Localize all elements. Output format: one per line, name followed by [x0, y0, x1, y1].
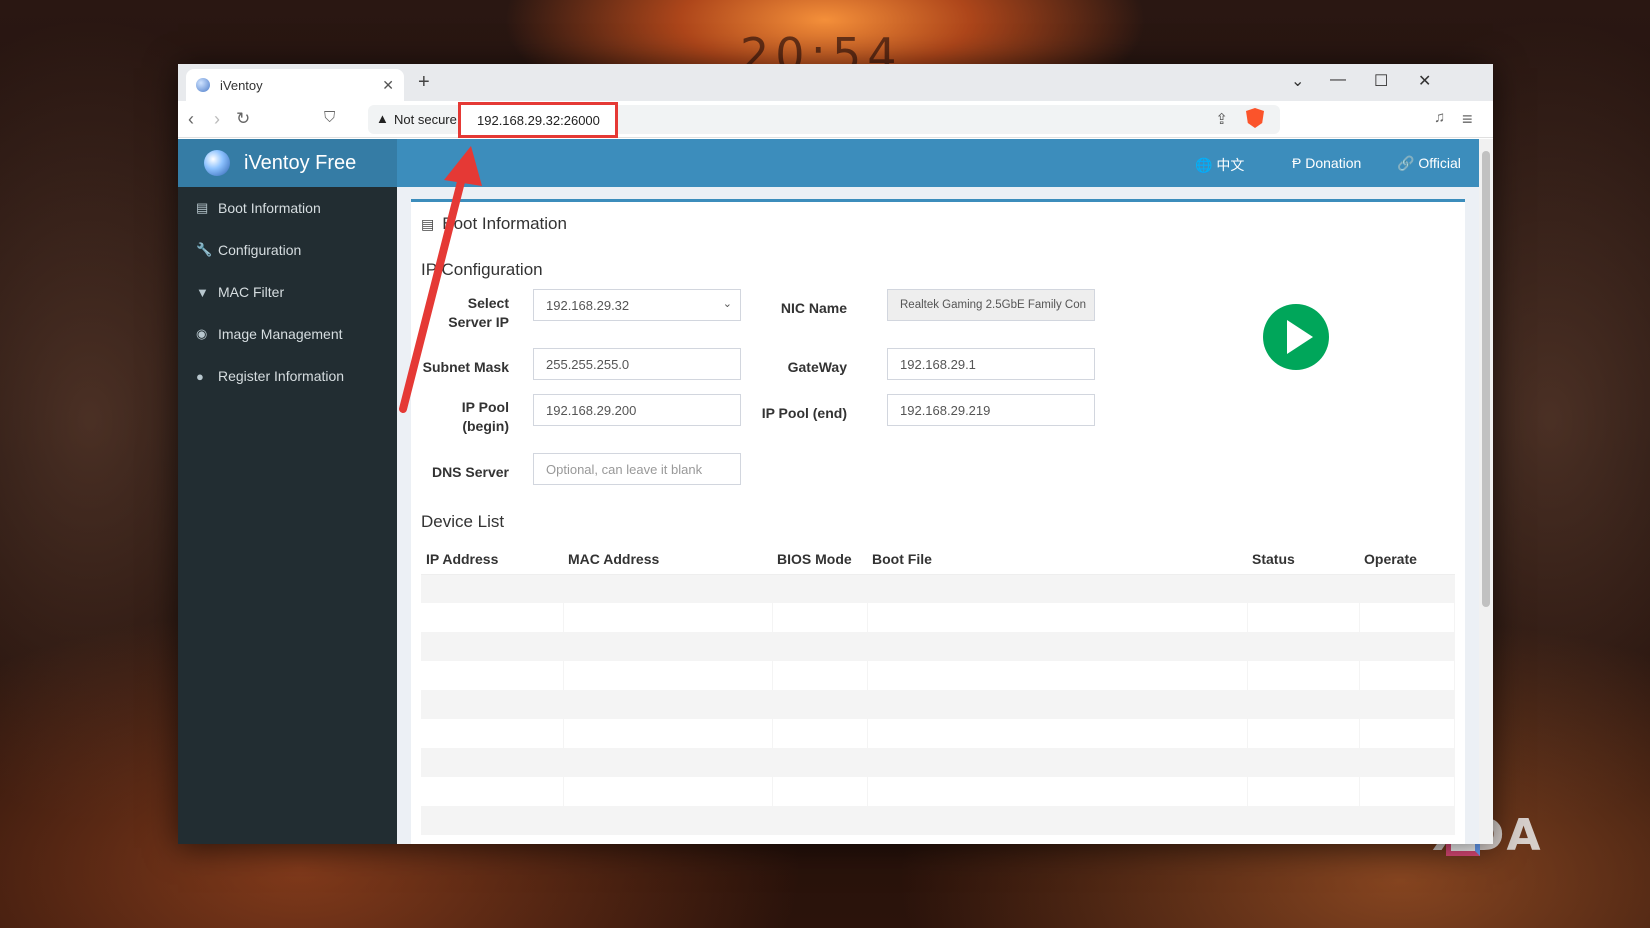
dns-server-field[interactable]: Optional, can leave it blank [533, 453, 741, 485]
table-row [421, 806, 1455, 835]
brand-title: iVentoy Free [244, 151, 357, 174]
sidebar-item-label: Register Information [218, 368, 345, 384]
top-navbar: 🌐 中文 Ᵽ Donation 🔗 Official [397, 139, 1479, 187]
wrench-icon: 🔧 [196, 242, 213, 257]
donation-link[interactable]: Ᵽ Donation [1292, 155, 1361, 171]
iventoy-logo-icon [204, 150, 230, 176]
paypal-icon: Ᵽ [1292, 155, 1302, 171]
media-icon[interactable]: ♫ [1434, 109, 1445, 126]
table-row [421, 777, 1455, 806]
tab-title: iVentoy [220, 77, 263, 93]
select-server-ip-label: Select Server IP [448, 295, 509, 330]
table-row [421, 719, 1455, 748]
sidebar: iVentoy Free ▤ Boot Information 🔧 Config… [178, 139, 397, 844]
language-label: 中文 [1216, 157, 1245, 173]
gateway-label: GateWay [787, 359, 847, 375]
language-link[interactable]: 🌐 中文 [1195, 155, 1244, 175]
server-icon: ▤ [421, 216, 435, 232]
share-icon[interactable]: ⇪ [1215, 110, 1228, 128]
sidebar-item-label: Boot Information [218, 200, 321, 216]
table-row [421, 632, 1455, 661]
table-row [421, 690, 1455, 719]
user-icon: ● [196, 368, 204, 384]
sidebar-item-configuration[interactable]: 🔧 Configuration [178, 229, 397, 271]
close-tab-icon[interactable]: ✕ [382, 77, 394, 94]
table-header-row: IP Address MAC Address BIOS Mode Boot Fi… [421, 544, 1455, 575]
new-tab-button[interactable]: + [418, 71, 430, 94]
tab-strip: iVentoy ✕ + ⌄ — ☐ ✕ [178, 64, 1493, 101]
language-icon: 🌐 [1195, 157, 1213, 173]
close-window-button[interactable]: ✕ [1418, 71, 1431, 91]
iventoy-favicon-icon [196, 78, 210, 92]
brand[interactable]: iVentoy Free [178, 139, 397, 187]
server-ip-select[interactable]: 192.168.29.32 ⌄ [533, 289, 741, 321]
sidebar-item-image-management[interactable]: ◉ Image Management [178, 313, 397, 355]
gateway-field[interactable]: 192.168.29.1 [887, 348, 1095, 380]
sidebar-item-boot-information[interactable]: ▤ Boot Information [178, 187, 397, 229]
globe-icon: ◉ [196, 326, 208, 341]
ip-pool-begin-field[interactable]: 192.168.29.200 [533, 394, 741, 426]
donation-label: Donation [1305, 155, 1362, 171]
browser-tab[interactable]: iVentoy ✕ [186, 69, 404, 101]
table-row [421, 574, 1455, 603]
iventoy-app: iVentoy Free ▤ Boot Information 🔧 Config… [178, 139, 1493, 844]
subnet-mask-label: Subnet Mask [422, 359, 509, 375]
boot-information-panel: ▤ Boot Information IP Configuration Selec… [411, 199, 1465, 844]
server-icon: ▤ [196, 200, 209, 215]
column-header[interactable]: Boot File [867, 544, 1247, 575]
start-service-button[interactable] [1263, 304, 1329, 370]
device-table: IP Address MAC Address BIOS Mode Boot Fi… [421, 544, 1455, 835]
brave-shield-icon[interactable] [1246, 108, 1264, 128]
page-scrollbar[interactable] [1479, 139, 1493, 844]
ip-pool-end-field[interactable]: 192.168.29.219 [887, 394, 1095, 426]
column-header[interactable]: Status [1247, 544, 1359, 575]
table-row [421, 748, 1455, 777]
maximize-button[interactable]: ☐ [1374, 71, 1388, 91]
reload-icon[interactable]: ↻ [236, 109, 250, 129]
browser-toolbar: ‹ › ↻ ⛉ ▲ Not secure 192.168.29.32:26000… [178, 101, 1493, 138]
ip-config-title: IP Configuration [421, 260, 543, 279]
scrollbar-thumb[interactable] [1482, 151, 1490, 607]
menu-icon[interactable]: ≡ [1462, 109, 1473, 130]
address-bar[interactable]: ▲ Not secure 192.168.29.32:26000 ⇪ [368, 102, 1280, 138]
page-title: ▤ Boot Information [421, 214, 567, 234]
link-icon: 🔗 [1397, 155, 1415, 171]
bookmark-icon[interactable]: ⛉ [324, 109, 335, 126]
page-title-text: Boot Information [442, 214, 567, 233]
column-header[interactable]: BIOS Mode [772, 544, 867, 575]
minimize-button[interactable]: — [1330, 71, 1346, 89]
official-link[interactable]: 🔗 Official [1397, 155, 1461, 172]
ip-pool-begin-label: IP Pool (begin) [461, 399, 509, 434]
security-label[interactable]: Not secure [394, 112, 457, 127]
sidebar-item-label: MAC Filter [218, 284, 285, 300]
filter-icon: ▼ [196, 284, 209, 300]
dns-server-label: DNS Server [431, 464, 509, 480]
table-row [421, 603, 1455, 632]
forward-icon[interactable]: › [214, 109, 220, 130]
url-text[interactable]: 192.168.29.32:26000 [458, 102, 618, 138]
sidebar-item-mac-filter[interactable]: ▼ MAC Filter [178, 271, 397, 313]
nic-name-label: NIC Name [780, 300, 847, 316]
device-list-title: Device List [421, 512, 505, 531]
sidebar-item-label: Image Management [218, 326, 343, 342]
warning-icon: ▲ [376, 111, 389, 126]
nic-name-field[interactable]: Realtek Gaming 2.5GbE Family Con [887, 289, 1095, 321]
main-content: ▤ Boot Information IP Configuration Selec… [397, 187, 1479, 844]
ip-pool-end-label: IP Pool (end) [761, 405, 847, 421]
tab-search-icon[interactable]: ⌄ [1291, 71, 1304, 91]
column-header[interactable]: MAC Address [563, 544, 772, 575]
column-header[interactable]: IP Address [421, 544, 563, 575]
browser-window: iVentoy ✕ + ⌄ — ☐ ✕ ‹ › ↻ ⛉ ▲ Not secure… [178, 64, 1493, 844]
back-icon[interactable]: ‹ [188, 109, 194, 130]
subnet-mask-field[interactable]: 255.255.255.0 [533, 348, 741, 380]
column-header[interactable]: Operate [1359, 544, 1455, 575]
server-ip-value: 192.168.29.32 [546, 298, 630, 313]
table-row [421, 661, 1455, 690]
sidebar-item-label: Configuration [218, 242, 302, 258]
sidebar-item-register-information[interactable]: ● Register Information [178, 355, 397, 397]
official-label: Official [1418, 155, 1461, 171]
chevron-down-icon: ⌄ [722, 298, 732, 310]
